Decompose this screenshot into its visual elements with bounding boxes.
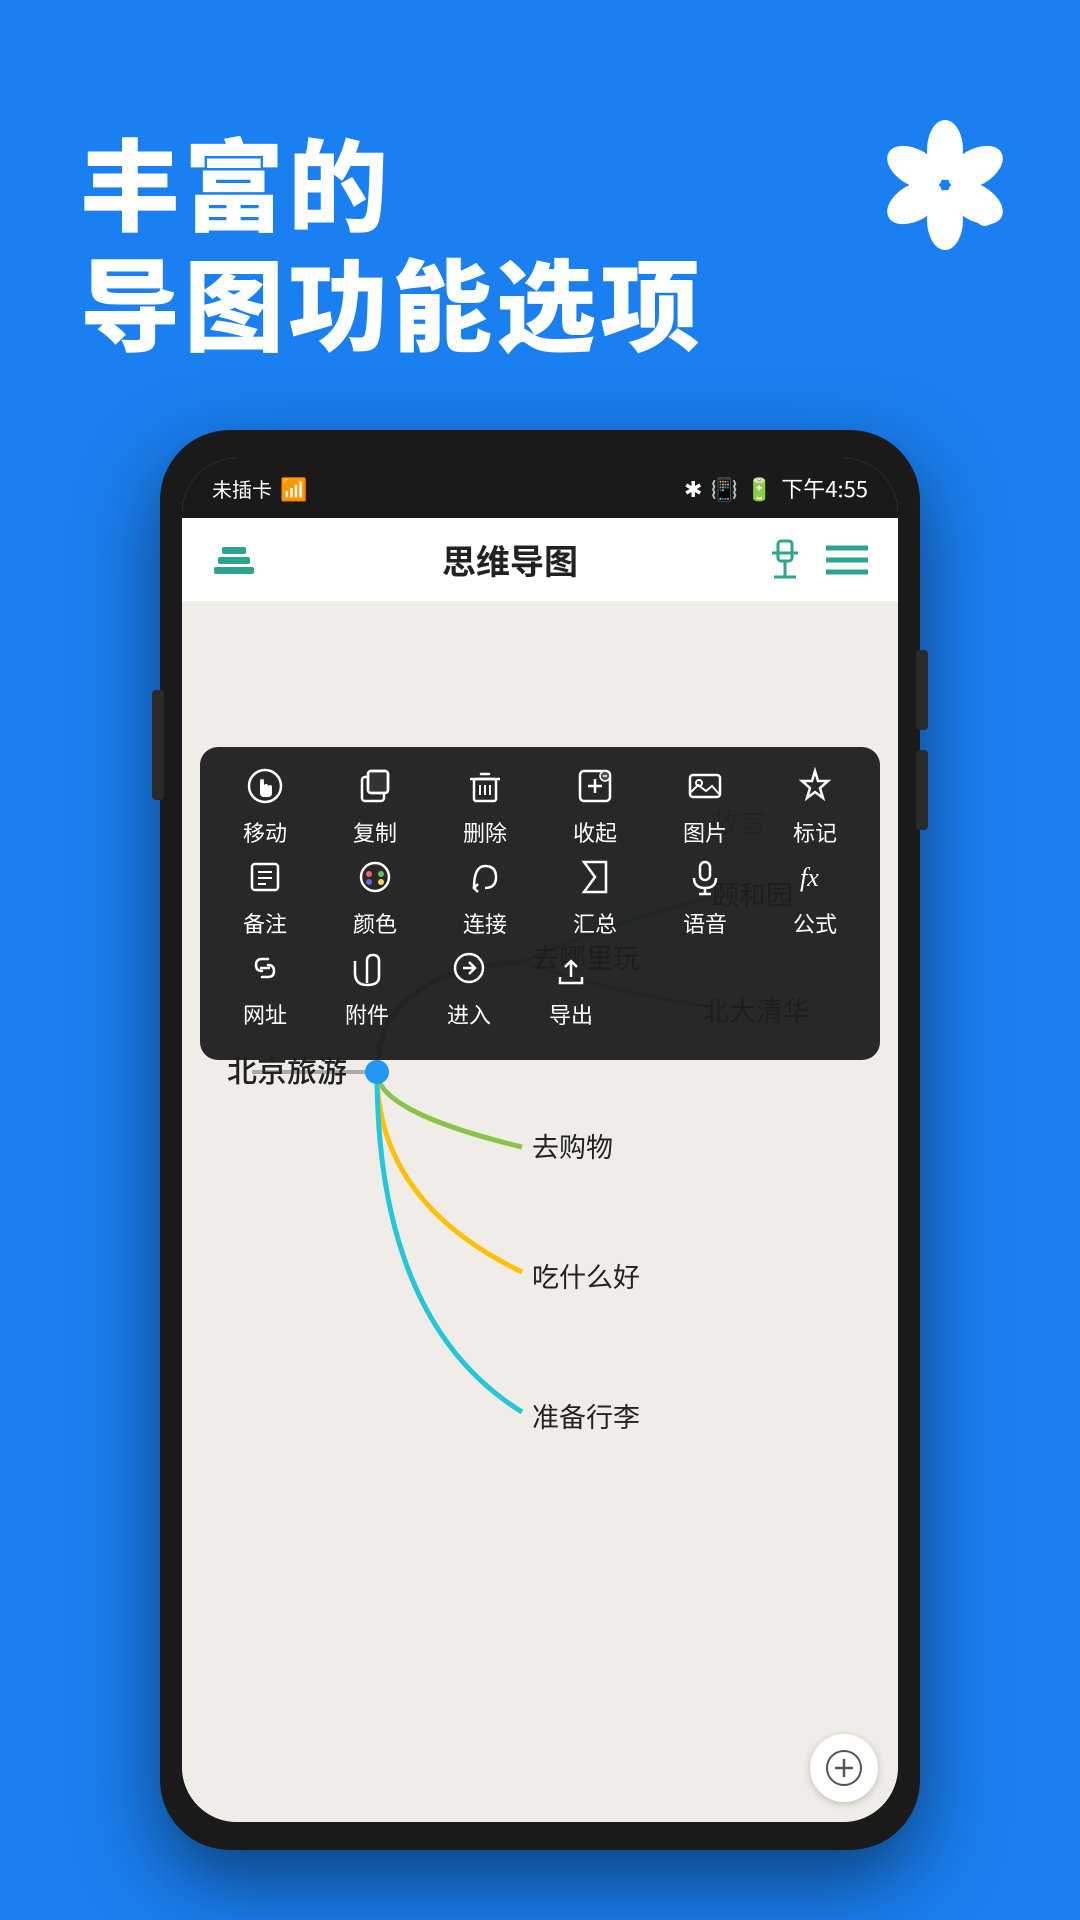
enter-icon bbox=[450, 949, 488, 990]
color-icon bbox=[356, 858, 394, 899]
node-gouwu[interactable]: 去购物 bbox=[532, 1126, 613, 1165]
move-label: 移动 bbox=[243, 816, 287, 848]
move-icon bbox=[246, 767, 284, 808]
copy-label: 复制 bbox=[353, 816, 397, 848]
summary-icon bbox=[576, 858, 614, 899]
menu-item-url[interactable]: 网址 bbox=[220, 949, 310, 1030]
delete-icon bbox=[466, 767, 504, 808]
connect-label: 连接 bbox=[463, 907, 507, 939]
menu-item-copy[interactable]: 复制 bbox=[330, 767, 420, 848]
url-icon bbox=[246, 949, 284, 990]
header-line1: 丰富的 bbox=[80, 120, 704, 240]
menu-item-attachment[interactable]: 附件 bbox=[322, 949, 412, 1030]
mark-icon bbox=[796, 767, 834, 808]
app-header: 思维导图 bbox=[182, 518, 898, 602]
export-label: 导出 bbox=[549, 998, 593, 1030]
zoom-button[interactable] bbox=[810, 1734, 878, 1802]
attachment-icon bbox=[348, 949, 386, 990]
menu-row-2: 备注 颜色 bbox=[210, 858, 870, 939]
note-icon bbox=[246, 858, 284, 899]
menu-icon[interactable] bbox=[826, 545, 868, 575]
header-text: 丰富的 导图功能选项 bbox=[80, 120, 704, 360]
time-text: 下午4:55 bbox=[781, 472, 868, 504]
status-left: 未插卡 📶 bbox=[212, 472, 307, 504]
vibrate-icon: 📳 bbox=[710, 472, 737, 504]
menu-item-delete[interactable]: 删除 bbox=[440, 767, 530, 848]
menu-row-1: 移动 复制 bbox=[210, 767, 870, 848]
app-logo bbox=[880, 120, 1010, 250]
note-label: 备注 bbox=[243, 907, 287, 939]
node-xingli[interactable]: 准备行李 bbox=[532, 1396, 640, 1435]
enter-label: 进入 bbox=[447, 998, 491, 1030]
delete-label: 删除 bbox=[463, 816, 507, 848]
menu-item-voice[interactable]: 语音 bbox=[660, 858, 750, 939]
copy-icon bbox=[356, 767, 394, 808]
menu-item-enter[interactable]: 进入 bbox=[424, 949, 514, 1030]
context-menu[interactable]: 移动 复制 bbox=[200, 747, 880, 1060]
pin-icon[interactable] bbox=[764, 539, 806, 581]
collapse-icon bbox=[576, 767, 614, 808]
menu-row-3: 网址 附件 bbox=[210, 949, 870, 1030]
menu-item-export[interactable]: 导出 bbox=[526, 949, 616, 1030]
header-line2: 导图功能选项 bbox=[80, 240, 704, 360]
layers-icon[interactable] bbox=[212, 541, 256, 579]
mark-label: 标记 bbox=[793, 816, 837, 848]
phone-screen: 未插卡 📶 ✱ 📳 🔋 下午4:55 思维导图 bbox=[182, 458, 898, 1822]
menu-item-summary[interactable]: 汇总 bbox=[550, 858, 640, 939]
formula-icon: fx bbox=[796, 858, 834, 899]
formula-label: 公式 bbox=[793, 907, 837, 939]
connect-icon bbox=[466, 858, 504, 899]
power-button bbox=[152, 690, 164, 800]
menu-item-note[interactable]: 备注 bbox=[220, 858, 310, 939]
vol-up-button bbox=[916, 650, 928, 730]
color-label: 颜色 bbox=[353, 907, 397, 939]
bluetooth-icon: ✱ bbox=[684, 472, 702, 504]
svg-text:fx: fx bbox=[800, 863, 819, 892]
export-icon bbox=[552, 949, 590, 990]
image-label: 图片 bbox=[683, 816, 727, 848]
attachment-label: 附件 bbox=[345, 998, 389, 1030]
voice-icon bbox=[686, 858, 724, 899]
voice-label: 语音 bbox=[683, 907, 727, 939]
mindmap-area[interactable]: 北京旅游 去哪里玩 颐和园 北大清华 去购物 吃什么好 准备行李 故宫 bbox=[182, 602, 898, 1822]
menu-item-connect[interactable]: 连接 bbox=[440, 858, 530, 939]
vol-down-button bbox=[916, 750, 928, 830]
menu-item-move[interactable]: 移动 bbox=[220, 767, 310, 848]
carrier-text: 未插卡 bbox=[212, 474, 272, 503]
image-icon bbox=[686, 767, 724, 808]
phone-device: 未插卡 📶 ✱ 📳 🔋 下午4:55 思维导图 bbox=[160, 430, 920, 1850]
collapse-label: 收起 bbox=[573, 816, 617, 848]
menu-item-mark[interactable]: 标记 bbox=[770, 767, 860, 848]
menu-item-color[interactable]: 颜色 bbox=[330, 858, 420, 939]
menu-item-formula[interactable]: fx 公式 bbox=[770, 858, 860, 939]
signal-icon: 📶 bbox=[280, 472, 307, 504]
status-bar: 未插卡 📶 ✱ 📳 🔋 下午4:55 bbox=[182, 458, 898, 518]
menu-item-image[interactable]: 图片 bbox=[660, 767, 750, 848]
status-right: ✱ 📳 🔋 下午4:55 bbox=[684, 472, 868, 504]
url-label: 网址 bbox=[243, 998, 287, 1030]
node-chile[interactable]: 吃什么好 bbox=[532, 1256, 640, 1295]
menu-item-collapse[interactable]: 收起 bbox=[550, 767, 640, 848]
battery-icon: 🔋 bbox=[746, 472, 773, 504]
app-title: 思维导图 bbox=[442, 535, 578, 584]
summary-label: 汇总 bbox=[573, 907, 617, 939]
